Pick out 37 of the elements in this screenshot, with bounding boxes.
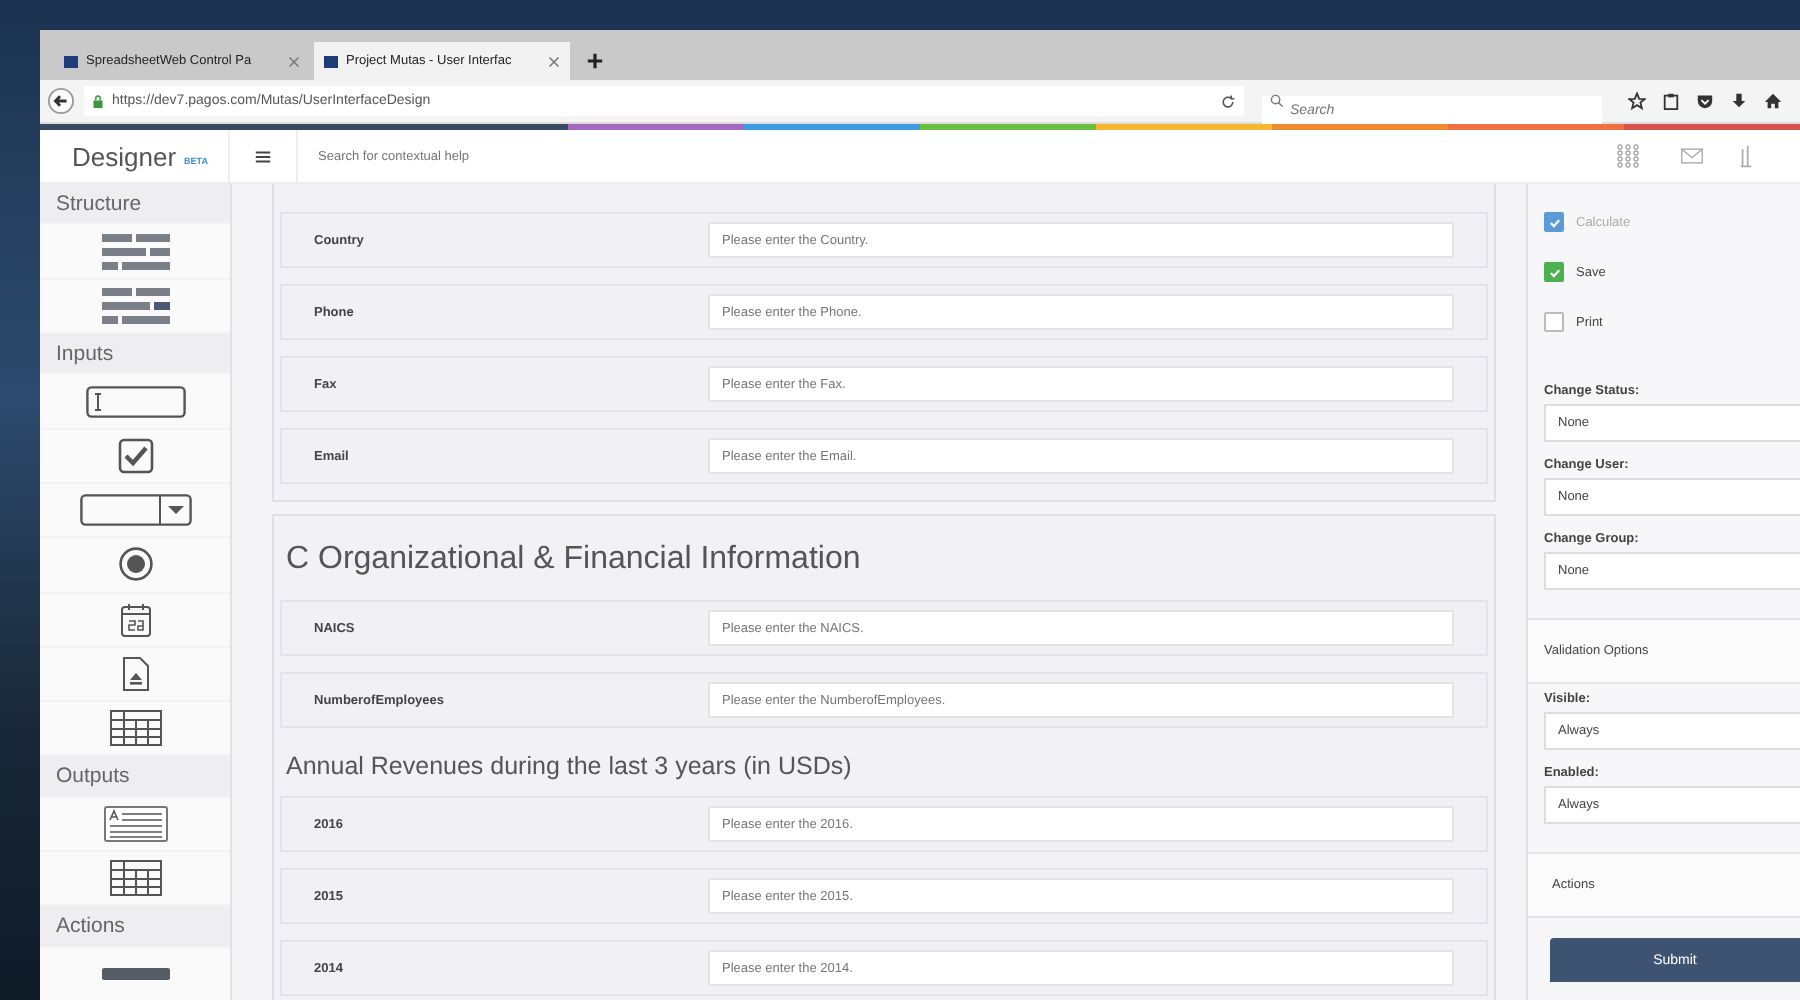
download-icon[interactable] — [1730, 92, 1748, 110]
table-icon[interactable] — [109, 710, 161, 747]
site-icon — [324, 55, 338, 67]
dropdown-icon[interactable] — [79, 494, 191, 527]
section-heading: C Organizational & Financial Information — [284, 540, 863, 580]
lock-icon — [92, 93, 104, 109]
back-icon[interactable] — [48, 88, 74, 114]
close-icon[interactable] — [548, 55, 560, 67]
sidebar-section-title: Outputs — [40, 756, 230, 796]
checkbox[interactable] — [1544, 312, 1564, 332]
file-upload-icon[interactable] — [121, 655, 149, 692]
checkbox[interactable] — [1544, 262, 1564, 282]
new-tab-icon[interactable] — [586, 52, 604, 70]
text-block-icon[interactable] — [103, 805, 167, 842]
clipboard-icon[interactable] — [1662, 92, 1680, 110]
sidebar-section-title: Actions — [40, 906, 230, 946]
table-icon[interactable] — [109, 860, 161, 897]
layout-rows-icon[interactable] — [101, 285, 169, 326]
close-icon[interactable] — [288, 55, 300, 67]
calendar-icon[interactable] — [119, 601, 151, 638]
home-icon[interactable] — [1764, 92, 1782, 110]
layout-rows-icon[interactable] — [101, 231, 169, 272]
radio-button-icon[interactable] — [117, 546, 153, 583]
sidebar-section-title: Structure — [40, 184, 230, 223]
shield-icon[interactable] — [1696, 92, 1714, 110]
checkmark-icon — [1547, 215, 1561, 229]
sidebar-section-title: Inputs — [40, 333, 230, 373]
checkbox-icon[interactable] — [117, 437, 153, 474]
button-icon[interactable] — [101, 967, 169, 980]
checkmark-icon — [1547, 265, 1561, 279]
site-icon — [64, 55, 78, 67]
menu-icon[interactable] — [254, 147, 272, 165]
reload-icon[interactable] — [1220, 93, 1236, 109]
textbox-icon[interactable] — [85, 385, 185, 418]
star-icon[interactable] — [1628, 92, 1646, 110]
app-logo-text: Designer — [72, 141, 177, 171]
subsection-heading: Annual Revenues during the last 3 years (in USDs) — [284, 750, 854, 780]
